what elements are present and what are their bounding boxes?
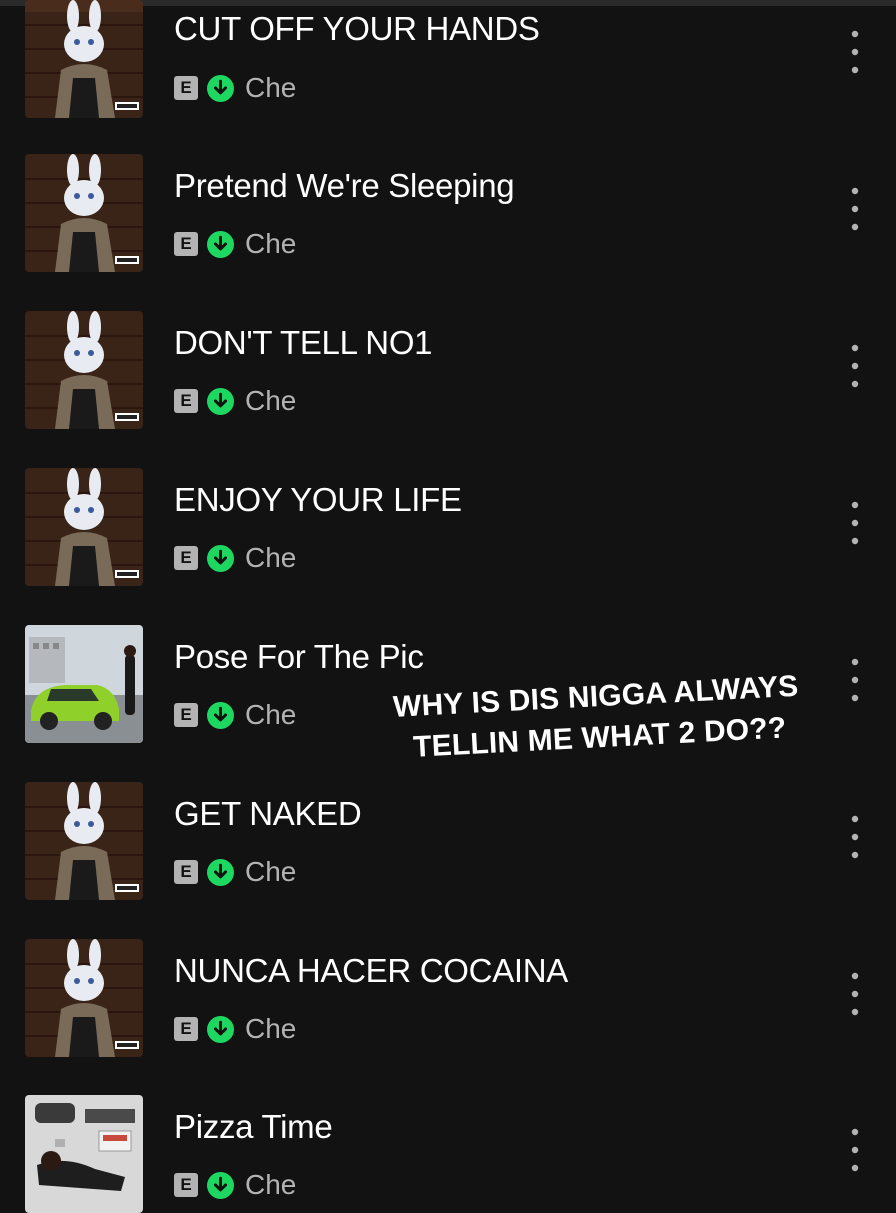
album-cover bbox=[25, 154, 143, 272]
album-cover bbox=[25, 468, 143, 586]
more-vertical-icon bbox=[851, 815, 859, 859]
album-cover bbox=[25, 939, 143, 1057]
track-artist: Che bbox=[245, 1169, 297, 1200]
track-title: Pretend We're Sleeping bbox=[174, 167, 515, 204]
more-options-button[interactable] bbox=[843, 968, 867, 1020]
more-vertical-icon bbox=[851, 972, 859, 1016]
track-meta: E Che bbox=[174, 856, 297, 887]
more-options-button[interactable] bbox=[843, 497, 867, 549]
track-artist: Che bbox=[245, 542, 297, 573]
download-circle-icon bbox=[207, 387, 234, 415]
explicit-badge: E bbox=[174, 1173, 198, 1197]
more-vertical-icon bbox=[851, 344, 859, 388]
track-title: DON'T TELL NO1 bbox=[174, 324, 433, 361]
track-meta: E Che bbox=[174, 228, 297, 259]
download-circle-icon bbox=[207, 74, 234, 102]
track-row[interactable]: DON'T TELL NO1 E Che bbox=[0, 268, 896, 429]
more-vertical-icon bbox=[851, 30, 859, 74]
track-title: NUNCA HACER COCAINA bbox=[174, 952, 569, 989]
track-title: ENJOY YOUR LIFE bbox=[174, 481, 462, 518]
explicit-badge: E bbox=[174, 232, 198, 256]
track-artist: Che bbox=[245, 385, 297, 416]
track-meta: E Che bbox=[174, 72, 297, 103]
track-title: CUT OFF YOUR HANDS bbox=[174, 10, 540, 47]
track-meta: E Che bbox=[174, 542, 297, 573]
explicit-badge: E bbox=[174, 389, 198, 413]
download-circle-icon bbox=[207, 544, 234, 572]
download-circle-icon bbox=[207, 230, 234, 258]
track-title: Pizza Time bbox=[174, 1108, 333, 1145]
track-row[interactable]: Pretend We're Sleeping E Che bbox=[0, 111, 896, 272]
download-circle-icon bbox=[207, 1015, 234, 1043]
track-row[interactable]: ENJOY YOUR LIFE E Che bbox=[0, 425, 896, 586]
explicit-badge: E bbox=[174, 1017, 198, 1041]
download-circle-icon bbox=[207, 858, 234, 886]
explicit-badge: E bbox=[174, 76, 198, 100]
track-artist: Che bbox=[245, 699, 297, 730]
download-circle-icon bbox=[207, 1171, 234, 1199]
album-cover bbox=[25, 782, 143, 900]
track-title: Pose For The Pic bbox=[174, 638, 424, 675]
track-meta: E Che bbox=[174, 699, 297, 730]
more-options-button[interactable] bbox=[843, 1124, 867, 1176]
track-meta: E Che bbox=[174, 385, 297, 416]
track-title: GET NAKED bbox=[174, 795, 362, 832]
more-vertical-icon bbox=[851, 187, 859, 231]
track-artist: Che bbox=[245, 856, 297, 887]
more-options-button[interactable] bbox=[843, 26, 867, 78]
track-row[interactable]: CUT OFF YOUR HANDS E Che bbox=[0, 0, 896, 118]
more-vertical-icon bbox=[851, 501, 859, 545]
track-meta: E Che bbox=[174, 1169, 297, 1200]
track-artist: Che bbox=[245, 72, 297, 103]
album-cover bbox=[25, 311, 143, 429]
more-options-button[interactable] bbox=[843, 183, 867, 235]
track-artist: Che bbox=[245, 228, 297, 259]
explicit-badge: E bbox=[174, 860, 198, 884]
track-row[interactable]: Pizza Time E Che bbox=[0, 1043, 896, 1213]
album-cover bbox=[25, 0, 143, 118]
track-artist: Che bbox=[245, 1013, 297, 1044]
explicit-badge: E bbox=[174, 703, 198, 727]
album-cover bbox=[25, 625, 143, 743]
more-options-button[interactable] bbox=[843, 811, 867, 863]
download-circle-icon bbox=[207, 701, 234, 729]
album-cover bbox=[25, 1095, 143, 1213]
more-vertical-icon bbox=[851, 1128, 859, 1172]
more-options-button[interactable] bbox=[843, 340, 867, 392]
track-row[interactable]: NUNCA HACER COCAINA E Che bbox=[0, 896, 896, 1057]
track-meta: E Che bbox=[174, 1013, 297, 1044]
explicit-badge: E bbox=[174, 546, 198, 570]
